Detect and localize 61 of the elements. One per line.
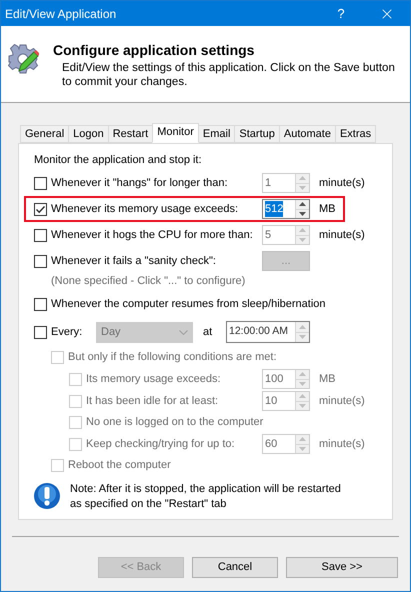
option-label: But only if the following conditions are met: — [68, 350, 277, 366]
unit-label: MB — [318, 372, 336, 387]
checkbox[interactable] — [34, 176, 47, 190]
option-label: Keep checking/trying for up to: — [86, 436, 235, 452]
tab[interactable]: Email — [198, 125, 236, 143]
up-arrow-icon — [299, 372, 306, 376]
checkbox[interactable] — [34, 298, 47, 311]
down-arrow-icon — [299, 186, 306, 190]
up-arrow-icon — [299, 324, 306, 329]
option-label: Whenever it hogs the CPU for more than: — [51, 228, 253, 243]
tab[interactable]: Extras — [334, 125, 376, 143]
option-label: Whenever it "hangs" for longer than: — [51, 176, 228, 191]
up-arrow-icon — [299, 228, 306, 232]
unit-label: minute(s) — [318, 436, 366, 452]
checkbox[interactable] — [34, 254, 47, 268]
tab[interactable]: Startup — [234, 125, 280, 143]
option-label: Whenever the computer resumes from sleep/hibernation — [51, 297, 326, 312]
note-text: Note: After it is stopped, the application will be restarted as specified on the "Restart" tab — [70, 482, 342, 512]
tab[interactable]: General — [20, 125, 70, 143]
checkbox[interactable] — [34, 228, 47, 242]
dialog-button[interactable]: Save >> — [286, 557, 398, 578]
option-label: Reboot the computer — [68, 458, 171, 474]
info-icon — [33, 482, 61, 510]
checkbox[interactable] — [34, 326, 47, 338]
spin-up-button[interactable] — [295, 200, 309, 210]
gear-pencil-icon — [7, 43, 39, 75]
unit-label: minute(s) — [318, 394, 366, 409]
tab[interactable]: Logon — [68, 125, 109, 143]
number-spinner[interactable]: 512 — [262, 199, 310, 219]
down-arrow-icon — [299, 238, 306, 242]
tab[interactable]: Automate — [278, 125, 336, 143]
option-label: Whenever it fails a "sanity check": — [51, 254, 216, 269]
down-arrow-icon — [299, 382, 306, 386]
up-arrow-icon — [299, 394, 306, 398]
up-arrow-icon — [299, 202, 306, 206]
option-label: Every: — [51, 324, 82, 340]
unit-label: minute(s) — [318, 176, 365, 191]
unit-label: MB — [318, 202, 336, 217]
option-label: Its memory usage exceeds: — [86, 372, 221, 387]
tab[interactable]: Monitor — [152, 123, 199, 143]
unit-label: minute(s) — [318, 228, 365, 243]
down-arrow-icon — [299, 212, 306, 216]
help-button[interactable]: ? — [318, 1, 364, 26]
dialog-button[interactable]: Cancel — [192, 557, 278, 578]
window-title: Edit/View Application — [4, 6, 118, 22]
option-label: It has been idle for at least: — [86, 394, 218, 409]
option-label: No one is logged on to the computer — [86, 415, 264, 430]
option-label: Whenever its memory usage exceeds: — [51, 202, 238, 217]
checkbox[interactable] — [34, 202, 47, 216]
up-arrow-icon — [299, 437, 306, 442]
down-arrow-icon — [299, 404, 306, 408]
up-arrow-icon — [299, 176, 306, 180]
hint-text: (None specified - Click "..." to configure) — [50, 274, 246, 289]
down-arrow-icon — [299, 446, 306, 451]
down-arrow-icon — [299, 335, 306, 340]
header-title: Configure application settings — [53, 41, 256, 60]
section-heading: Monitor the application and stop it: — [34, 153, 203, 168]
tab[interactable]: Restart — [108, 125, 154, 143]
at-label: at — [203, 324, 214, 340]
header-description: Edit/View the settings of this application. Click on the Save button to commit your changes. — [62, 61, 396, 89]
chevron-icon — [179, 330, 188, 334]
